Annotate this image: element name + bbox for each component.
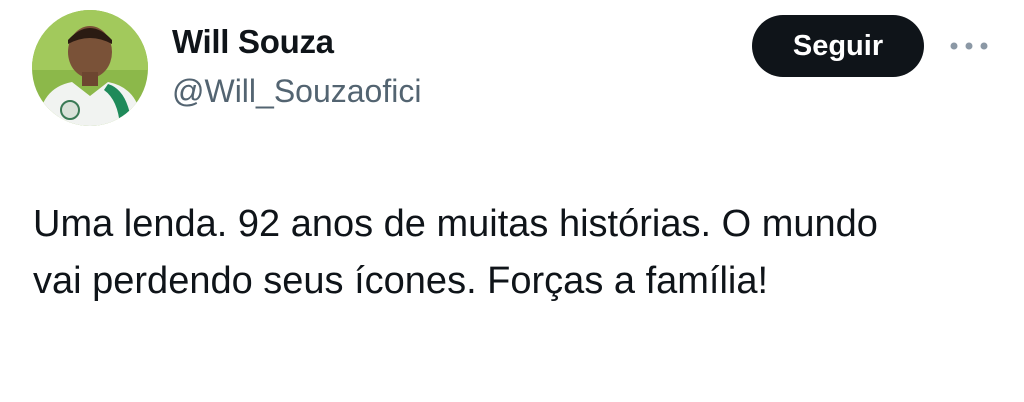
user-handle[interactable]: @Will_Souzaofici (172, 72, 421, 110)
avatar[interactable] (32, 10, 148, 126)
profile-photo-icon (32, 10, 148, 126)
tweet-text: Uma lenda. 92 anos de muitas histórias. … (33, 203, 878, 302)
follow-button-label: Seguir (792, 29, 884, 62)
more-options-button[interactable] (944, 28, 994, 64)
more-horizontal-icon (950, 42, 988, 50)
follow-button[interactable]: Seguir (752, 15, 924, 77)
display-name[interactable]: Will Souza (172, 22, 334, 62)
